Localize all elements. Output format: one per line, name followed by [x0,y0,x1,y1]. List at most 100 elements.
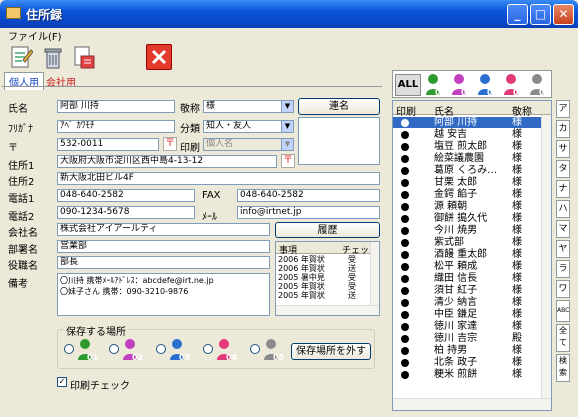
exit-button[interactable] [146,44,172,70]
index-tab-ra[interactable]: ラ [556,260,570,278]
address2-field[interactable]: 新大阪北田ビル4F [57,172,380,185]
contact-row[interactable]: 葛原 くろみ… 様 [393,165,550,176]
contact-row[interactable]: 清少 納言様 [393,297,550,308]
fax-field[interactable]: 048-640-2582 [237,189,380,202]
print-check-checkbox[interactable]: ✓ [57,377,67,387]
group-all-button[interactable]: ALL [395,74,421,96]
location-radio-03[interactable] [156,344,166,354]
history-hscrollbar[interactable] [276,305,379,315]
remove-location-button[interactable]: 保存場所を外す [291,343,371,360]
minimize-button[interactable]: _ [507,4,528,25]
contact-row[interactable]: 絵菜議農園様 [393,153,550,164]
tab-company[interactable]: 会社用 [42,73,80,90]
history-row[interactable]: 2005 暑中見受 [278,273,356,282]
contact-row[interactable]: 紫式部様 [393,237,550,248]
index-tab-ma[interactable]: マ [556,220,570,238]
tel1-label: 電話1 [8,194,35,205]
history-row[interactable]: 2005 年賀状送 [278,291,356,300]
joint-name-button[interactable]: 連名 [298,98,380,115]
name-label: 氏名 [8,104,28,115]
group-05-icon[interactable]: 05 [528,73,552,97]
index-tab-a[interactable]: ア [556,100,570,118]
kana-index-tabs: ア カ サ タ ナ ハ マ ヤ ラ ワ ABC 全て 検索 [556,100,574,410]
tab-personal[interactable]: 個人用 [4,72,44,90]
contact-list[interactable]: 印刷 氏名 敬称 阿部 川持様 越 安吉様 塩豆 煎太郎様 絵菜議農園様 葛原 … [392,100,552,411]
contact-row[interactable]: 中臣 鎌足様 [393,309,550,320]
list-hscrollbar[interactable] [393,398,551,410]
contact-row[interactable]: 徳川 吉宗殿 [393,333,550,344]
history-list[interactable]: 事項 チェック 2006 年賀状受 2006 年賀状送 2005 暑中見受 20… [275,241,380,316]
mail-field[interactable]: info@irtnet.jp [237,206,380,219]
index-tab-ya[interactable]: ヤ [556,240,570,258]
contact-row[interactable]: 須甘 紅子様 [393,285,550,296]
header-name[interactable]: 氏名 [434,103,454,118]
category-select[interactable]: 知人・友人 ▼ [203,120,294,133]
contact-row[interactable]: 甘栗 太郎様 [393,177,550,188]
joint-name-box[interactable] [298,117,380,165]
menu-file[interactable]: ファイル(F) [8,28,62,43]
honorific-select[interactable]: 様 ▼ [203,100,294,113]
note-line-2: 〇妹子さん 携帯：090-3210-9876 [60,287,189,296]
location-radio-01[interactable] [64,344,74,354]
address-lookup-button[interactable]: 〒 [281,154,295,168]
index-tab-sa[interactable]: サ [556,140,570,158]
address1-field[interactable]: 大阪府大阪市淀川区西中島4-13-12 [57,155,277,168]
index-tab-na[interactable]: ナ [556,180,570,198]
history-row[interactable]: 2006 年賀状受 [278,255,356,264]
svg-text:01: 01 [435,88,447,97]
contact-row[interactable]: 金鍔 餡子様 [393,189,550,200]
close-button[interactable]: ✕ [553,4,574,25]
history-vscrollbar[interactable] [370,242,379,305]
dept-field[interactable]: 営業部 [57,240,270,253]
job-title-field[interactable]: 部長 [57,256,270,269]
history-row[interactable]: 2005 年賀状受 [278,282,356,291]
print-select: 個人名 ▼ [203,138,294,151]
index-tab-abc[interactable]: ABC [556,300,570,322]
contact-row[interactable]: 今川 焼男様 [393,225,550,236]
delete-button[interactable] [38,42,68,72]
contact-row[interactable]: 柏 持男様 [393,345,550,356]
header-honorific[interactable]: 敬称 [512,103,532,118]
index-tab-search[interactable]: 検索 [556,354,570,382]
new-entry-button[interactable] [6,42,36,72]
location-radio-05[interactable] [250,344,260,354]
contact-row[interactable]: 織田 信長様 [393,273,550,284]
kana-field[interactable]: ｱﾍﾞ ｶﾜﾓﾁ [57,120,175,133]
contact-row[interactable]: 御餅 搗久代様 [393,213,550,224]
contact-row[interactable]: 越 安吉様 [393,129,550,140]
history-row[interactable]: 2006 年賀状送 [278,264,356,273]
group-04-icon[interactable]: 04 [502,73,526,97]
group-03-icon[interactable]: 03 [476,73,500,97]
group-02-icon[interactable]: 02 [450,73,474,97]
contact-row[interactable]: 源 頼朝様 [393,201,550,212]
honorific-label: 敬称 [180,104,200,115]
company-label: 会社名 [8,228,38,239]
note-textarea[interactable]: 〇川持 携帯ﾒｰﾙｱﾄﾞﾚｽ：abcdefe@irt.ne.jp 〇妹子さん 携… [57,273,270,316]
index-tab-wa[interactable]: ワ [556,280,570,298]
zip-field[interactable]: 532-0011 [57,138,159,151]
header-print[interactable]: 印刷 [396,103,416,118]
contact-row-selected[interactable]: 阿部 川持様 [393,117,550,128]
zip-lookup-button[interactable]: 〒 [163,137,177,151]
group-01-icon[interactable]: 01 [424,73,448,97]
contact-row[interactable]: 塩豆 煎太郎様 [393,141,550,152]
company-field[interactable]: 株式会社アイアールティ [57,223,270,236]
name-field[interactable]: 阿部 川持 [57,100,175,113]
history-button[interactable]: 履歴 [275,222,380,238]
print-button[interactable] [68,42,98,72]
contact-row[interactable]: 松平 頼成様 [393,261,550,272]
contact-row[interactable]: 粳米 煎餅様 [393,369,550,380]
contact-row[interactable]: 北条 政子様 [393,357,550,368]
index-tab-all[interactable]: 全て [556,324,570,352]
location-radio-04[interactable] [203,344,213,354]
tel1-field[interactable]: 048-640-2582 [57,189,195,202]
contact-row[interactable]: 酒饅 重太郎様 [393,249,550,260]
contact-row[interactable]: 徳川 家達様 [393,321,550,332]
index-tab-ka[interactable]: カ [556,120,570,138]
index-tab-ta[interactable]: タ [556,160,570,178]
tel2-field[interactable]: 090-1234-5678 [57,206,195,219]
maximize-button[interactable]: □ [530,4,551,25]
index-tab-ha[interactable]: ハ [556,200,570,218]
list-vscrollbar[interactable] [541,115,551,398]
location-radio-02[interactable] [109,344,119,354]
